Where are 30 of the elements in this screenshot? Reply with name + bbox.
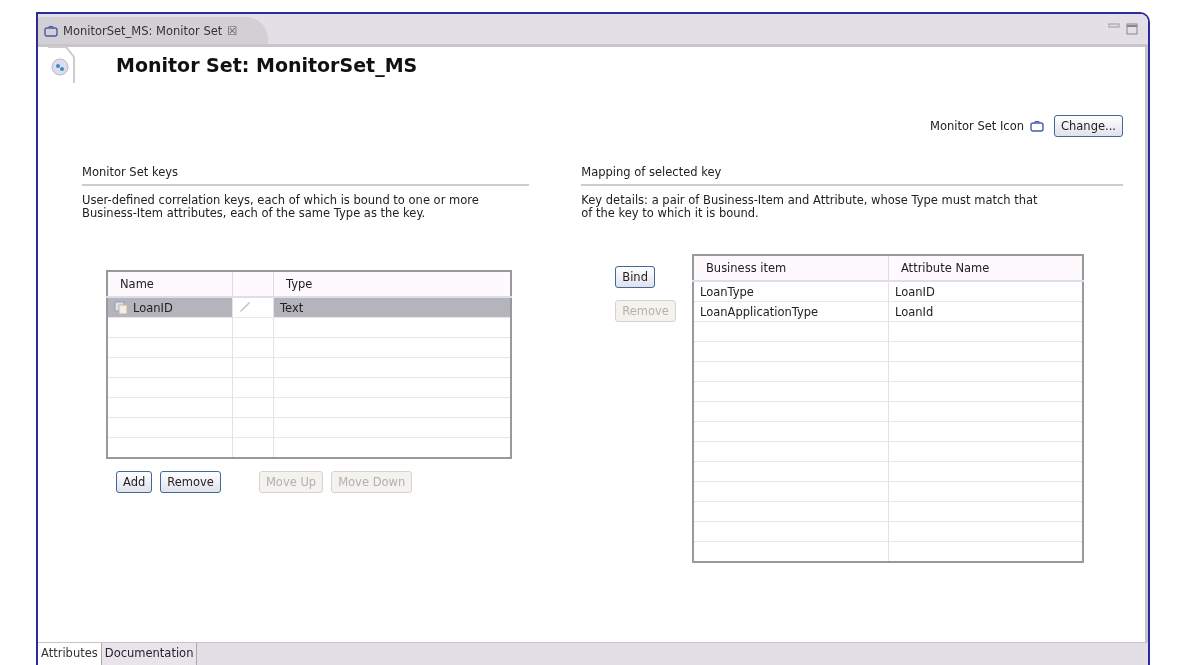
column-header[interactable]: Type: [273, 271, 511, 297]
section-title: Mapping of selected key: [581, 165, 1123, 186]
page-title: Monitor Set: MonitorSet_MS: [116, 54, 418, 76]
section-description: User-defined correlation keys, each of which is bound to one or more Business-Item attributes, each of the same Type as the key.: [82, 194, 480, 220]
section-description: Key details: a pair of Business-Item and Attribute, whose Type must match that of the key to which it is bound.: [581, 194, 1039, 220]
mapping-button[interactable]: Bind: [615, 266, 655, 288]
bottom-tab[interactable]: Attributes: [38, 643, 102, 665]
column-header[interactable]: Business item: [692, 255, 889, 281]
briefcase-icon: [1030, 120, 1044, 132]
pencil-icon: [239, 300, 251, 312]
table-row[interactable]: LoanID Text: [107, 297, 511, 318]
editor-tab[interactable]: MonitorSet_MS: Monitor Set ☒: [38, 17, 268, 44]
key-button[interactable]: Remove: [160, 471, 221, 493]
column-header[interactable]: Name: [107, 271, 233, 297]
key-button[interactable]: Add: [116, 471, 153, 493]
key-name: LoanID: [133, 300, 173, 315]
section-title: Monitor Set keys: [82, 165, 530, 186]
change-button[interactable]: Change...: [1054, 115, 1123, 137]
tab-title: MonitorSet_MS: Monitor Set: [63, 23, 223, 38]
table-cell: LoanApplicationType: [692, 301, 889, 322]
close-tab-button[interactable]: ☒: [227, 23, 238, 38]
bottom-tab[interactable]: Documentation: [101, 643, 198, 665]
table-cell: LoanID: [888, 281, 1083, 302]
table-cell: LoanId: [888, 301, 1083, 322]
briefcase-icon: [44, 24, 58, 37]
column-header[interactable]: Attribute Name: [888, 255, 1083, 281]
maximize-icon[interactable]: [1126, 23, 1138, 35]
table-cell: LoanType: [692, 281, 889, 302]
minimize-icon[interactable]: [1108, 23, 1120, 29]
icon-label: Monitor Set Icon: [930, 119, 1024, 133]
